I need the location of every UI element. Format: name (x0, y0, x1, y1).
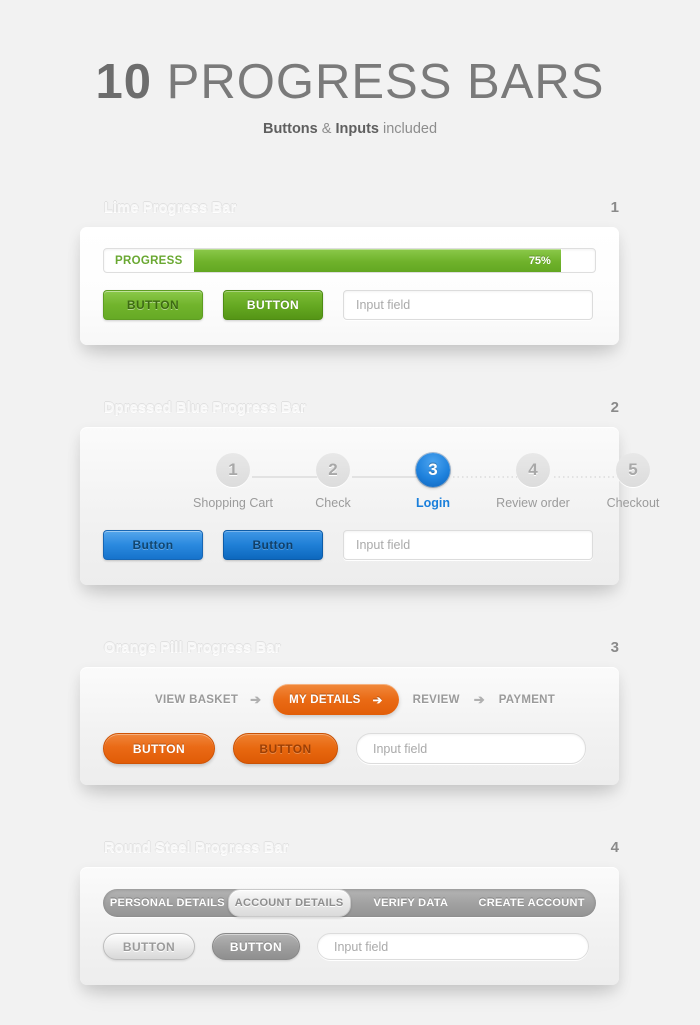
step-label-1: Shopping Cart (193, 496, 273, 510)
steel-segment-2-active[interactable]: ACCOUNT DETAILS (227, 889, 351, 917)
blue-button-primary[interactable]: Button (103, 530, 203, 560)
orange-button-primary[interactable]: BUTTON (103, 733, 215, 764)
lime-progress-bar[interactable]: PROGRESS 75% (103, 248, 596, 273)
lime-button-secondary[interactable]: BUTTON (223, 290, 323, 320)
page-header: 10 PROGRESS BARS Buttons & Inputs includ… (0, 0, 700, 138)
orange-button-secondary[interactable]: BUTTON (233, 733, 338, 764)
step-item-5[interactable]: 5 Checkout (578, 453, 688, 510)
lime-button-primary[interactable]: BUTTON (103, 290, 203, 320)
section-header-3: Orange Pill Progress Bar 3 (104, 639, 619, 656)
section-number-4: 4 (610, 839, 619, 856)
step-circle-5: 5 (616, 453, 650, 487)
steel-input-field[interactable]: Input field (317, 933, 589, 960)
section-header-1: Lime Progress Bar 1 (104, 199, 619, 216)
step-circle-4: 4 (516, 453, 550, 487)
steel-segment-4[interactable]: CREATE ACCOUNT (471, 889, 592, 917)
orange-step-tracker: VIEW BASKET ➔ MY DETAILS ➔ REVIEW ➔ PAYM… (155, 684, 555, 715)
orange-step-1[interactable]: VIEW BASKET (155, 694, 238, 706)
controls-row-blue: Button Button Input field (103, 530, 593, 560)
subtitle-inputs: Inputs (335, 121, 379, 137)
orange-step-4[interactable]: PAYMENT (499, 694, 555, 706)
step-item-3[interactable]: 3 Login (378, 453, 488, 510)
section-title-orange: Orange Pill Progress Bar (104, 640, 281, 656)
step-label-3: Login (415, 496, 450, 510)
panel-orange: VIEW BASKET ➔ MY DETAILS ➔ REVIEW ➔ PAYM… (80, 667, 619, 785)
blue-button-secondary[interactable]: Button (223, 530, 323, 560)
progress-percent: 75% (528, 254, 551, 267)
steel-button-secondary[interactable]: BUTTON (212, 933, 300, 960)
section-title-steel: Round Steel Progress Bar (104, 840, 289, 856)
arrow-right-icon-inner: ➔ (372, 694, 383, 707)
title-count: 10 (95, 55, 153, 109)
controls-row-orange: BUTTON BUTTON Input field (103, 733, 586, 764)
subtitle-buttons: Buttons (262, 121, 318, 137)
subtitle-amp: & (317, 121, 336, 137)
section-header-2: Dpressed Blue Progress Bar 2 (104, 399, 619, 416)
step-label-5: Checkout (606, 496, 660, 510)
title-text: PROGRESS BARS (152, 55, 605, 109)
section-title-blue: Dpressed Blue Progress Bar (104, 400, 306, 416)
section-number-1: 1 (610, 199, 619, 216)
steel-segment-3[interactable]: VERIFY DATA (351, 889, 472, 917)
page-subtitle: Buttons & Inputs included (0, 121, 700, 137)
orange-step-2-label: MY DETAILS (289, 693, 361, 706)
orange-step-3[interactable]: REVIEW (413, 694, 460, 706)
progress-fill: 75% (193, 249, 562, 272)
step-item-4[interactable]: 4 Review order (478, 453, 588, 510)
controls-row-steel: BUTTON BUTTON Input field (103, 933, 589, 960)
orange-input-field[interactable]: Input field (356, 733, 586, 764)
page-title: 10 PROGRESS BARS (0, 58, 700, 107)
blue-input-field[interactable]: Input field (343, 530, 593, 560)
orange-step-2-active[interactable]: MY DETAILS ➔ (273, 684, 399, 715)
panel-blue: 1 Shopping Cart 2 Check 3 Login 4 Review… (80, 427, 659, 585)
steel-step-tracker: PERSONAL DETAILS ACCOUNT DETAILS VERIFY … (103, 889, 596, 917)
panel-steel: PERSONAL DETAILS ACCOUNT DETAILS VERIFY … (80, 867, 619, 985)
lime-input-field[interactable]: Input field (343, 290, 593, 320)
subtitle-included: included (378, 121, 438, 137)
steel-segment-1[interactable]: PERSONAL DETAILS (107, 889, 228, 917)
blue-step-tracker: 1 Shopping Cart 2 Check 3 Login 4 Review… (80, 453, 659, 523)
step-item-2[interactable]: 2 Check (278, 453, 388, 510)
arrow-right-icon-2: ➔ (473, 691, 485, 707)
step-label-2: Check (315, 496, 351, 510)
section-title-lime: Lime Progress Bar (104, 200, 237, 216)
step-label-4: Review order (496, 496, 570, 510)
progress-label: PROGRESS (115, 254, 183, 267)
section-header-4: Round Steel Progress Bar 4 (104, 839, 619, 856)
step-item-1[interactable]: 1 Shopping Cart (178, 453, 288, 510)
panel-lime: PROGRESS 75% BUTTON BUTTON Input field (80, 227, 619, 345)
section-number-3: 3 (610, 639, 619, 656)
arrow-right-icon-1: ➔ (250, 691, 262, 707)
step-circle-1: 1 (216, 453, 250, 487)
page-root: 10 PROGRESS BARS Buttons & Inputs includ… (0, 0, 700, 1025)
step-circle-2: 2 (316, 453, 350, 487)
section-number-2: 2 (610, 399, 619, 416)
controls-row-lime: BUTTON BUTTON Input field (103, 290, 593, 320)
steel-button-primary[interactable]: BUTTON (103, 933, 195, 960)
step-circle-3: 3 (416, 453, 450, 487)
